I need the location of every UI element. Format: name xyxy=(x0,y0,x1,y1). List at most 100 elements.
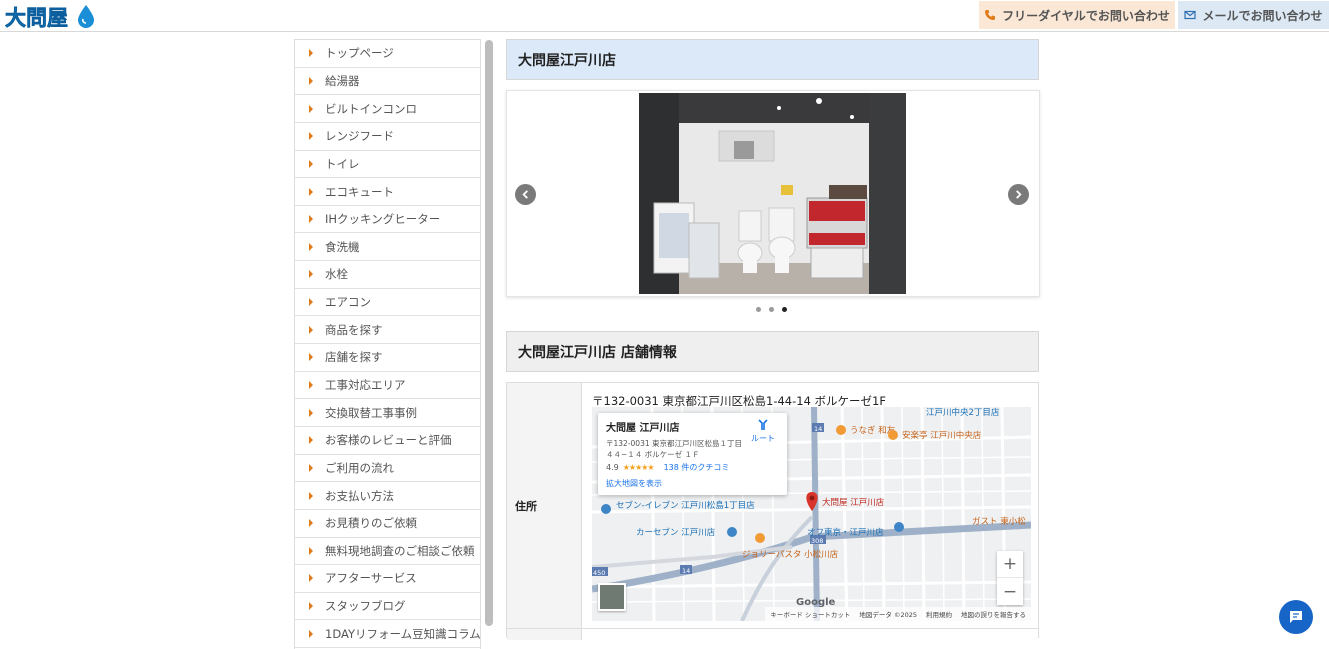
caret-right-icon xyxy=(309,353,313,362)
photo-slider xyxy=(506,90,1040,297)
sidebar-item[interactable]: エアコン xyxy=(295,289,480,317)
caret-right-icon xyxy=(309,159,313,168)
directions-icon xyxy=(758,419,768,430)
phone-icon xyxy=(985,10,996,20)
slider-next-button[interactable] xyxy=(1008,184,1029,205)
slider-dot[interactable] xyxy=(769,307,774,312)
sidebar-item-label: お客様のレビューと評価 xyxy=(325,433,452,448)
mail-contact-label: メールでお問い合わせ xyxy=(1202,8,1323,23)
sidebar-item[interactable]: 給湯器 xyxy=(295,68,480,96)
map-place-label: ジョリーパスタ 小松川店 xyxy=(742,549,839,560)
sidebar-item[interactable]: IHクッキングヒーター xyxy=(295,206,480,234)
rating-value: 4.9 xyxy=(606,463,619,472)
sidebar-item[interactable]: 1DAYリフォーム豆知識コラム xyxy=(295,620,480,649)
sidebar-item-label: 交換取替工事事例 xyxy=(325,405,417,420)
sidebar-item-label: スタッフブログ xyxy=(325,599,406,614)
tel-contact-button[interactable]: フリーダイヤルでお問い合わせ xyxy=(979,1,1175,29)
sidebar-item[interactable]: トイレ xyxy=(295,151,480,179)
map-place-label: 江戸川中央2丁目店 xyxy=(926,407,1000,418)
sidebar-item[interactable]: 商品を探す xyxy=(295,316,480,345)
sidebar-scrollbar[interactable] xyxy=(485,40,493,626)
map-data-text: 地図データ ©2025 xyxy=(859,611,917,619)
map-card-address: 〒132-0031 東京都江戸川区松島１丁目４４−１４ ボルケーゼ １Ｆ xyxy=(606,439,742,459)
sidebar-item-label: 水栓 xyxy=(325,267,348,282)
tel-contact-label: フリーダイヤルでお問い合わせ xyxy=(1002,8,1170,23)
caret-right-icon xyxy=(309,298,313,307)
caret-right-icon xyxy=(309,519,313,528)
logo-text: 大問屋 xyxy=(5,6,68,30)
sidebar-item-label: エアコン xyxy=(325,295,371,310)
rating-stars: ★★★★★ xyxy=(622,463,655,472)
sidebar-item-label: 商品を探す xyxy=(325,322,383,337)
site-header: 大問屋 フリーダイヤルでお問い合わせ メールでお問い合わせ xyxy=(0,0,1329,32)
store-photo xyxy=(639,93,906,294)
sidebar-item[interactable]: ご利用の流れ xyxy=(295,455,480,483)
address-label: 住所 xyxy=(507,383,582,628)
google-map[interactable]: 14 14 308 450 うなぎ 和友 安楽亭 江戸川中央店 江戸川中央2丁目… xyxy=(592,407,1031,621)
envelope-icon xyxy=(1184,10,1197,20)
sidebar-item-label: 食洗機 xyxy=(325,239,360,254)
sidebar-item-label: お支払い方法 xyxy=(325,488,394,503)
sidebar-item[interactable]: ビルトインコンロ xyxy=(295,95,480,123)
sidebar-item[interactable]: スタッフブログ xyxy=(295,593,480,621)
keyboard-shortcuts-link[interactable]: キーボード ショートカット xyxy=(770,609,850,619)
sidebar-item-label: 工事対応エリア xyxy=(325,378,406,392)
enlarge-map-link[interactable]: 拡大地図を表示 xyxy=(606,478,779,489)
map-place-label: セブン-イレブン 江戸川松島1丁目店 xyxy=(616,500,755,511)
route-button[interactable]: ルート xyxy=(751,419,775,444)
mail-contact-button[interactable]: メールでお問い合わせ xyxy=(1178,1,1329,29)
sidebar-item-label: 給湯器 xyxy=(325,73,360,88)
slider-dots xyxy=(756,307,787,312)
sidebar-item[interactable]: アフターサービス xyxy=(295,565,480,593)
sidebar-item[interactable]: レンジフード xyxy=(295,123,480,151)
satellite-toggle[interactable] xyxy=(598,583,626,611)
zoom-in-button[interactable]: + xyxy=(997,551,1023,578)
slider-dot[interactable] xyxy=(756,307,761,312)
sidebar-item[interactable]: 交換取替工事事例 xyxy=(295,399,480,427)
map-card-rating: 4.9 ★★★★★ 138 件のクチコミ xyxy=(606,462,779,473)
report-error-link[interactable]: 地図の誤りを報告する xyxy=(961,609,1026,619)
caret-right-icon xyxy=(309,574,313,583)
sidebar-item-label: IHクッキングヒーター xyxy=(325,212,441,227)
chat-button[interactable] xyxy=(1279,600,1313,634)
caret-right-icon xyxy=(309,463,313,472)
zoom-out-button[interactable]: − xyxy=(997,578,1023,605)
sidebar-item[interactable]: 店舗を探す xyxy=(295,344,480,372)
road-number: 14 xyxy=(682,567,690,575)
caret-right-icon xyxy=(309,49,313,58)
map-place-label: オフ東京・江戸川店 xyxy=(807,527,884,538)
sidebar-item[interactable]: 工事対応エリア xyxy=(295,372,480,400)
sidebar-item[interactable]: エコキュート xyxy=(295,178,480,206)
chevron-right-icon xyxy=(1016,190,1022,199)
sidebar-item[interactable]: 水栓 xyxy=(295,261,480,289)
road-number: 450 xyxy=(593,569,605,577)
caret-right-icon xyxy=(309,629,313,638)
map-place-label: ガスト 東小松 xyxy=(972,516,1026,527)
road-number: 14 xyxy=(814,425,822,433)
sidebar-item-label: トップページ xyxy=(325,46,394,61)
page-title: 大問屋江戸川店 xyxy=(506,39,1039,80)
terms-link[interactable]: 利用規約 xyxy=(926,609,952,619)
caret-right-icon xyxy=(309,76,313,85)
caret-right-icon xyxy=(309,436,313,445)
slider-dot[interactable] xyxy=(782,307,787,312)
chat-icon xyxy=(1290,611,1302,623)
slider-prev-button[interactable] xyxy=(515,184,536,205)
sidebar-item[interactable]: トップページ xyxy=(295,40,480,68)
info-row xyxy=(507,628,1038,640)
site-logo[interactable]: 大問屋 xyxy=(5,2,97,30)
caret-right-icon xyxy=(309,381,313,389)
sidebar-item-label: ビルトインコンロ xyxy=(325,101,417,116)
caret-right-icon xyxy=(309,270,313,279)
route-label: ルート xyxy=(751,434,775,443)
sidebar-item[interactable]: 食洗機 xyxy=(295,233,480,262)
info-row-label xyxy=(507,629,582,640)
sidebar-item[interactable]: 無料現地調査のご相談ご依頼 xyxy=(295,538,480,566)
sidebar-item[interactable]: お見積りのご依頼 xyxy=(295,510,480,538)
caret-right-icon xyxy=(309,325,313,334)
sidebar-nav: トップページ 給湯器ビルトインコンロレンジフード トイレ エコキュート IHクッキングヒ… xyxy=(294,39,481,649)
sidebar-item[interactable]: お支払い方法 xyxy=(295,482,480,510)
review-count-link[interactable]: 138 件のクチコミ xyxy=(664,462,730,473)
sidebar-item[interactable]: お客様のレビューと評価 xyxy=(295,427,480,455)
map-footer: キーボード ショートカット 地図データ ©2025 利用規約 地図の誤りを報告す… xyxy=(765,607,1031,621)
